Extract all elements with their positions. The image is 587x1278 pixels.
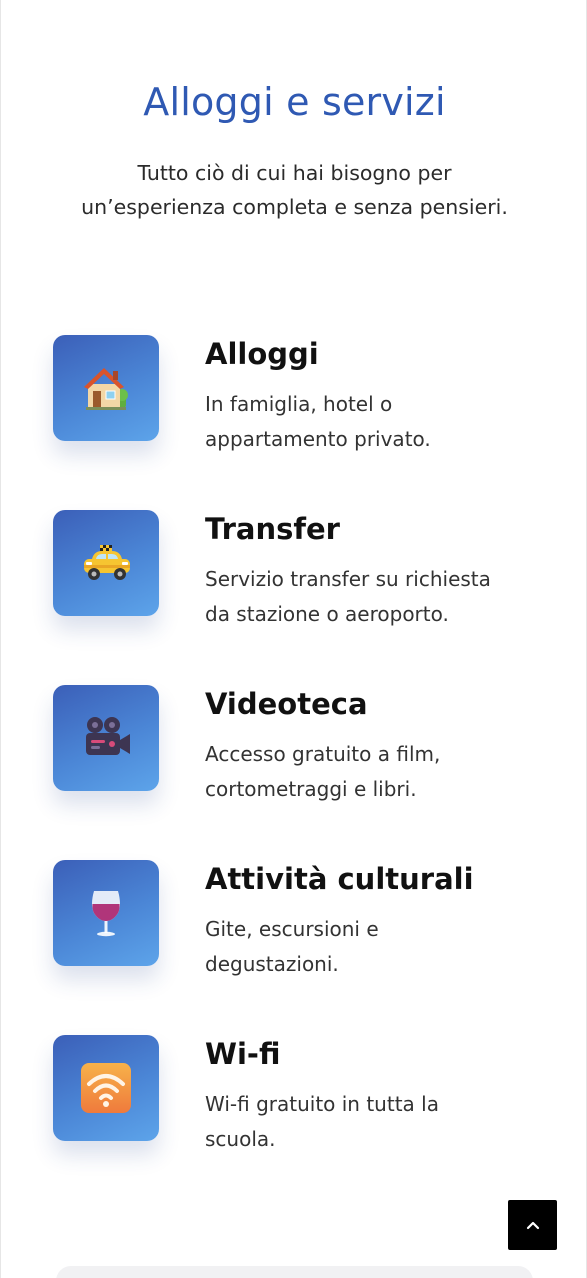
service-desc-line-1: In famiglia, hotel o <box>205 392 393 416</box>
service-title: Transfer <box>205 512 340 546</box>
service-title: Wi-fi <box>205 1037 281 1071</box>
service-icon-box <box>53 860 159 966</box>
service-desc-line-2: da stazione o aeroporto. <box>205 602 449 626</box>
chevron-up-icon <box>526 1221 539 1230</box>
service-icon-box <box>53 685 159 791</box>
service-desc-line-2: cortometraggi e libri. <box>205 777 417 801</box>
service-desc-line-1: Accesso gratuito a film, <box>205 742 441 766</box>
service-item-wifi: Wi-fi Wi-fi gratuito in tutta la scuola. <box>1 1035 586 1210</box>
service-title: Attività culturali <box>205 862 474 896</box>
service-desc-line-1: Servizio transfer su richiesta <box>205 567 491 591</box>
services-list: Alloggi In famiglia, hotel o appartament… <box>1 335 586 1210</box>
subtitle-line-1: Tutto ciò di cui hai bisogno per <box>137 161 452 185</box>
taxi-icon <box>84 545 130 580</box>
subtitle-line-2: un’esperienza completa e senza pensieri. <box>81 195 508 219</box>
service-description: Servizio transfer su richiesta da stazio… <box>205 562 545 632</box>
service-icon-box <box>53 510 159 616</box>
service-description: Accesso gratuito a film, cortometraggi e… <box>205 737 545 807</box>
wifi-icon <box>81 1063 131 1113</box>
service-desc-line-2: scuola. <box>205 1127 276 1151</box>
service-item-attivita-culturali: Attività culturali Gite, escursioni e de… <box>1 860 586 1035</box>
house-icon <box>84 368 128 410</box>
page-subtitle: Tutto ciò di cui hai bisogno per un’espe… <box>41 156 548 224</box>
service-desc-line-2: degustazioni. <box>205 952 339 976</box>
service-description: In famiglia, hotel o appartamento privat… <box>205 387 545 457</box>
service-item-transfer: Transfer Servizio transfer su richiesta … <box>1 510 586 685</box>
service-desc-line-1: Wi-fi gratuito in tutta la <box>205 1092 439 1116</box>
service-description: Gite, escursioni e degustazioni. <box>205 912 545 982</box>
movie-camera-icon <box>86 717 130 755</box>
service-desc-line-1: Gite, escursioni e <box>205 917 379 941</box>
service-item-videoteca: Videoteca Accesso gratuito a film, corto… <box>1 685 586 860</box>
page-title: Alloggi e servizi <box>143 80 446 124</box>
service-title: Videoteca <box>205 687 368 721</box>
service-title: Alloggi <box>205 337 319 371</box>
service-icon-box <box>53 335 159 441</box>
back-to-top-button[interactable] <box>508 1200 557 1250</box>
service-item-alloggi: Alloggi In famiglia, hotel o appartament… <box>1 335 586 510</box>
wine-glass-icon <box>92 891 120 937</box>
service-icon-box <box>53 1035 159 1141</box>
page: Alloggi e servizi Tutto ciò di cui hai b… <box>0 0 587 1278</box>
service-desc-line-2: appartamento privato. <box>205 427 431 451</box>
bottom-bar <box>56 1266 533 1278</box>
service-description: Wi-fi gratuito in tutta la scuola. <box>205 1087 545 1157</box>
